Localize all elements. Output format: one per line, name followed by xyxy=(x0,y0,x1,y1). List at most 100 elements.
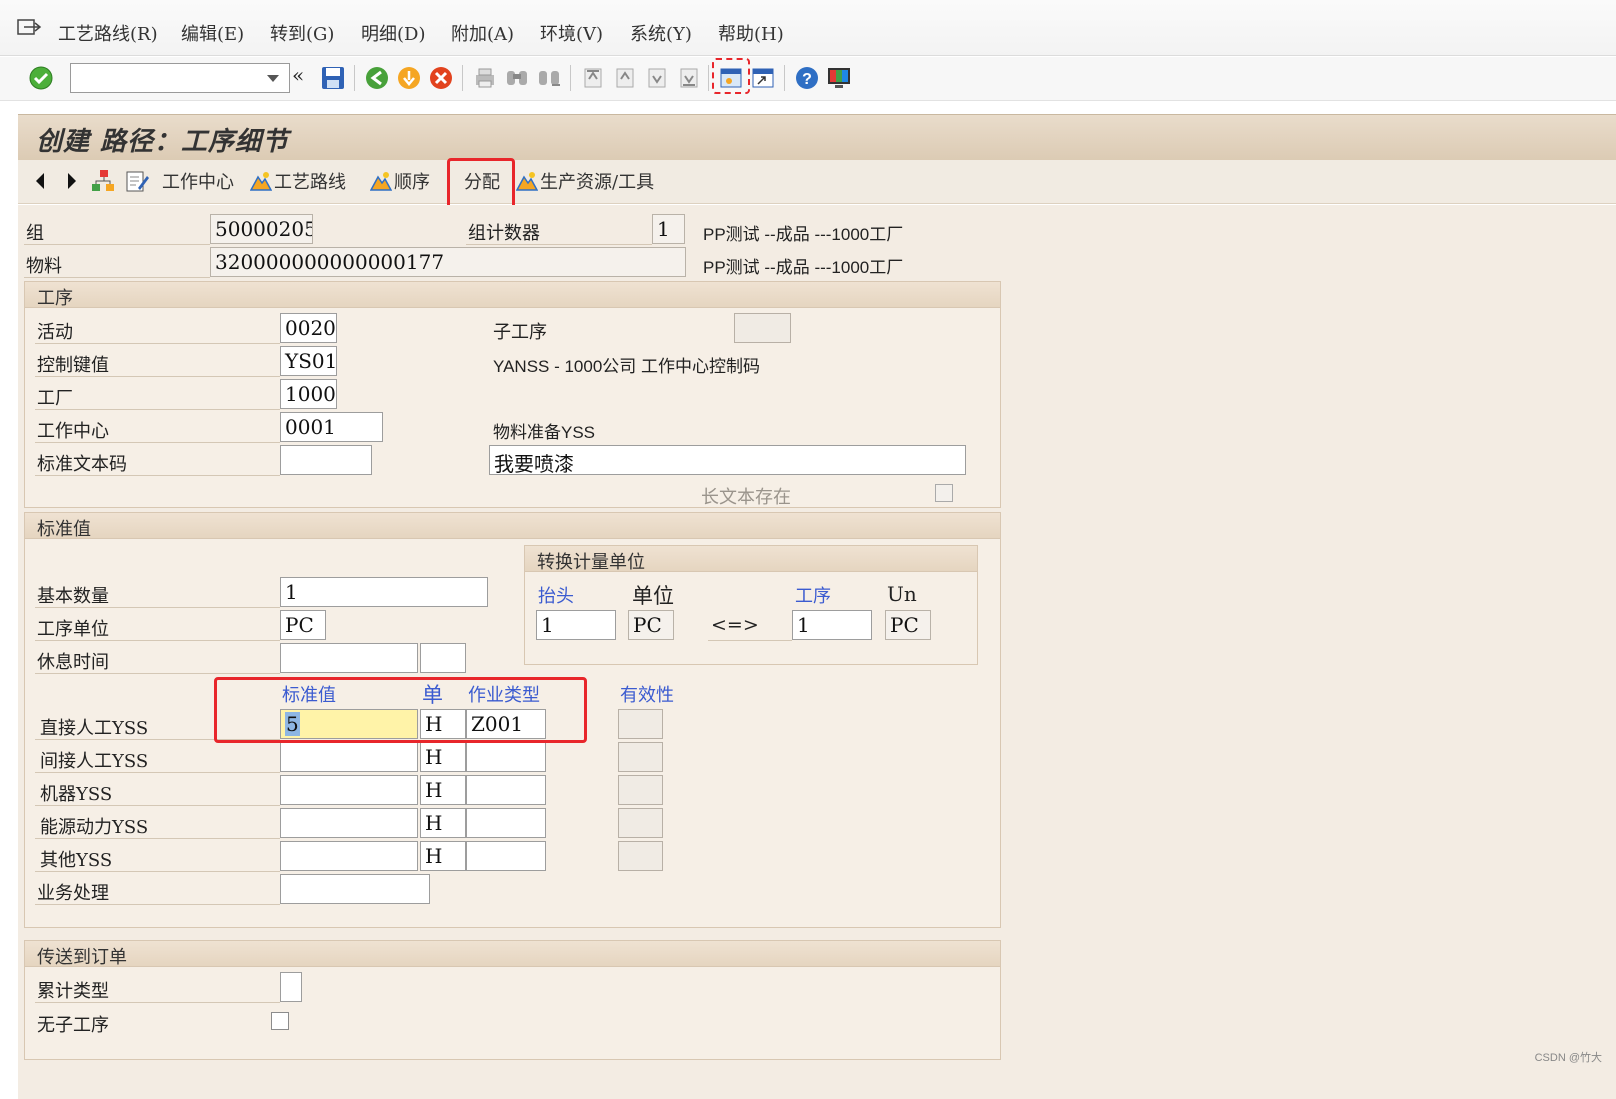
col-validity: 有效性 xyxy=(620,685,674,706)
page-title: 创建 路径：工序细节 xyxy=(36,127,290,157)
label-underline xyxy=(35,772,280,773)
group-field[interactable]: 50000205 xyxy=(210,214,313,244)
unit-field-5[interactable]: H xyxy=(420,841,466,871)
next-page-icon[interactable] xyxy=(644,65,670,91)
menu-goto[interactable]: 转到(G) xyxy=(270,20,334,46)
exit-icon[interactable] xyxy=(396,65,422,91)
base-quantity-field[interactable]: 1 xyxy=(280,577,488,607)
plant-label: 工厂 xyxy=(37,388,73,409)
last-page-icon[interactable] xyxy=(676,65,702,91)
save-icon[interactable] xyxy=(320,65,346,91)
label-underline xyxy=(35,805,280,806)
shortcut-icon[interactable] xyxy=(750,65,776,91)
screen-title-bar: 创建 路径：工序细节 xyxy=(18,114,1616,160)
first-page-icon[interactable] xyxy=(580,65,606,91)
break-time-field[interactable] xyxy=(280,643,418,673)
next-arrow-icon[interactable] xyxy=(64,170,80,192)
prt-button[interactable]: 生产资源/工具 xyxy=(516,168,654,196)
group-counter-label: 组计数器 xyxy=(468,223,540,244)
command-field[interactable] xyxy=(70,63,290,93)
conversion-unit-label: 单位 xyxy=(632,584,674,608)
business-process-label: 业务处理 xyxy=(37,883,109,904)
work-center-field[interactable]: 0001 xyxy=(280,412,383,442)
print-icon[interactable] xyxy=(472,65,498,91)
operation-text-field[interactable]: 我要喷漆 xyxy=(489,445,966,475)
cumulation-type-field[interactable] xyxy=(280,972,302,1002)
menu-help[interactable]: 帮助(H) xyxy=(718,20,784,46)
standard-value-field-5[interactable] xyxy=(280,841,418,871)
previous-page-icon[interactable] xyxy=(612,65,638,91)
business-process-field[interactable] xyxy=(280,874,430,904)
application-toolbar: 工作中心 工艺路线 顺序 分配 生产资源/工具 xyxy=(18,160,1616,204)
row-label: 机器YSS xyxy=(40,784,113,805)
svg-text:?: ? xyxy=(802,71,812,88)
hierarchy-icon[interactable] xyxy=(90,168,116,194)
menu-environment[interactable]: 环境(V) xyxy=(540,20,603,46)
activity-type-field-2[interactable] xyxy=(466,742,546,772)
label-underline xyxy=(35,673,280,674)
plant-field[interactable]: 1000 xyxy=(280,379,337,409)
edit-details-icon[interactable] xyxy=(124,168,150,194)
mountain-icon xyxy=(516,172,538,191)
mountain-icon xyxy=(250,172,272,191)
label-underline xyxy=(35,871,280,872)
cancel-icon[interactable] xyxy=(428,65,454,91)
label-underline xyxy=(35,409,280,410)
conversion-arrow: <=> xyxy=(711,614,759,636)
operation-group-title: 工序 xyxy=(37,288,73,309)
unit-field-2[interactable]: H xyxy=(420,742,466,772)
conversion-header-qty-field[interactable]: 1 xyxy=(536,610,616,640)
standard-value-field-2[interactable] xyxy=(280,742,418,772)
conversion-operation-unit-field: PC xyxy=(885,610,931,640)
unit-field-4[interactable]: H xyxy=(420,808,466,838)
operation-unit-field[interactable]: PC xyxy=(280,610,326,640)
break-time-unit-field[interactable] xyxy=(420,643,466,673)
toolbar-separator xyxy=(462,65,463,91)
activity-type-field-4[interactable] xyxy=(466,808,546,838)
unit-field-3[interactable]: H xyxy=(420,775,466,805)
row-label: 直接人工YSS xyxy=(40,718,149,739)
standard-values-highlight-box xyxy=(214,677,587,743)
control-key-field[interactable]: YS01 xyxy=(280,346,337,376)
transfer-to-order-group: 传送到订单 xyxy=(24,940,1001,1060)
standard-value-field-4[interactable] xyxy=(280,808,418,838)
back-icon[interactable] xyxy=(364,65,390,91)
validity-field-2 xyxy=(618,742,663,772)
activity-type-field-5[interactable] xyxy=(466,841,546,871)
menu-details[interactable]: 明细(D) xyxy=(361,20,425,46)
activity-field[interactable]: 0020 xyxy=(280,313,337,343)
collapse-back-icon[interactable]: « xyxy=(292,63,304,87)
previous-arrow-icon[interactable] xyxy=(32,170,48,192)
group-description: PP测试 --成品 ---1000工厂 xyxy=(703,225,904,244)
standard-value-field-3[interactable] xyxy=(280,775,418,805)
conversion-header-unit-field: PC xyxy=(628,610,674,640)
no-sub-operation-checkbox[interactable] xyxy=(271,1012,289,1030)
menu-system[interactable]: 系统(Y) xyxy=(630,20,692,46)
material-field[interactable]: 320000000000000177 xyxy=(210,247,686,277)
menu-extras[interactable]: 附加(A) xyxy=(451,20,514,46)
prt-button-label: 生产资源/工具 xyxy=(540,172,655,193)
mountain-icon xyxy=(370,172,392,191)
customize-layout-icon[interactable] xyxy=(826,65,852,91)
standard-text-key-field[interactable] xyxy=(280,445,372,475)
control-key-description: YANSS - 1000公司 工作中心控制码 xyxy=(493,357,761,376)
find-icon[interactable] xyxy=(504,65,530,91)
operation-unit-label: 工序单位 xyxy=(37,619,109,640)
sequence-button[interactable]: 顺序 xyxy=(370,168,430,196)
chevron-down-icon[interactable] xyxy=(267,75,279,82)
enter-check-icon[interactable] xyxy=(28,65,54,91)
work-center-button[interactable]: 工作中心 xyxy=(162,168,234,196)
help-icon[interactable]: ? xyxy=(794,65,820,91)
group-counter-field[interactable]: 1 xyxy=(652,214,685,244)
menu-routing[interactable]: 工艺路线(R) xyxy=(58,20,158,46)
find-next-icon[interactable] xyxy=(536,65,562,91)
conversion-operation-qty-field[interactable]: 1 xyxy=(792,610,872,640)
work-center-description: 物料准备YSS xyxy=(493,423,596,442)
routing-button[interactable]: 工艺路线 xyxy=(250,168,346,196)
watermark: CSDN @竹大 xyxy=(1534,1052,1602,1064)
activity-type-field-3[interactable] xyxy=(466,775,546,805)
label-underline xyxy=(35,640,280,641)
standard-text-key-label: 标准文本码 xyxy=(37,454,127,475)
menu-icon[interactable] xyxy=(16,18,42,38)
menu-edit[interactable]: 编辑(E) xyxy=(181,20,244,46)
